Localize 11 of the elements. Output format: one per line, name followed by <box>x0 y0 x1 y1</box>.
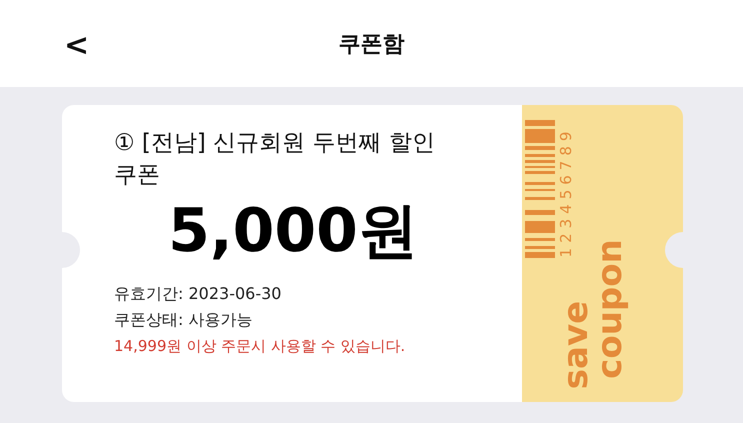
coupon-amount: 5,000원 <box>168 199 418 263</box>
coupon-detail: 유효기간: 2023-06-30 <box>114 283 282 305</box>
coupon-detail: 쿠폰상태: 사용가능 <box>114 309 254 331</box>
page-title: 쿠폰함 <box>338 30 404 58</box>
back-button[interactable]: < <box>58 28 96 63</box>
coupon-title: ① [전남] 신규회원 두번째 할인 쿠폰 <box>114 129 436 190</box>
barcode-icon <box>525 120 555 260</box>
stub-label: save <box>559 300 593 390</box>
usage-condition: 14,999원 이상 주문시 사용할 수 있습니다. <box>114 336 406 357</box>
stub-label: coupon <box>593 239 627 379</box>
barcode-number: 123456789 <box>557 126 575 258</box>
